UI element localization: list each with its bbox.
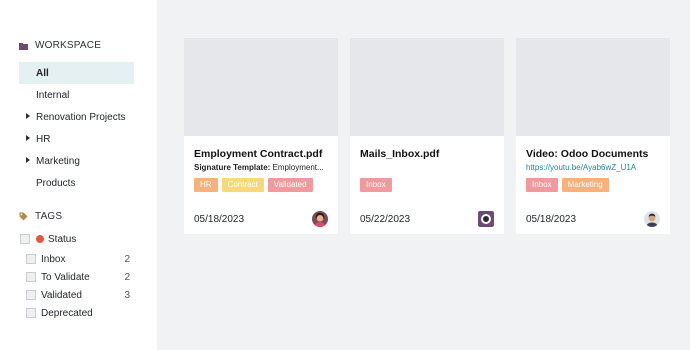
- document-card[interactable]: Video: Odoo Documents https://youtu.be/A…: [516, 38, 670, 234]
- workspace-item-internal[interactable]: Internal: [19, 84, 134, 106]
- tag-badge: Inbox: [526, 178, 558, 192]
- document-thumbnail[interactable]: [516, 38, 670, 136]
- tag-checkbox[interactable]: [26, 308, 36, 318]
- status-label: Status: [48, 233, 77, 245]
- workspace-header: WORKSPACE: [19, 40, 101, 51]
- tag-filter-list: Inbox 2 To Validate 2 Validated 3 Deprec…: [26, 250, 130, 322]
- tag-icon: [19, 212, 28, 221]
- tag-badge: Validated: [267, 178, 313, 192]
- tag-filter-label: To Validate: [41, 271, 90, 283]
- tag-badge: Marketing: [561, 178, 609, 192]
- tag-checkbox[interactable]: [26, 290, 36, 300]
- workspace-item-label: HR: [36, 133, 51, 145]
- document-card[interactable]: Mails_Inbox.pdf Inbox 05/22/2023: [350, 38, 504, 234]
- workspace-item-label: Products: [36, 177, 76, 189]
- workspace-item-hr[interactable]: HR: [19, 128, 134, 150]
- tag-checkbox[interactable]: [26, 254, 36, 264]
- workspace-item-label: Marketing: [36, 155, 80, 167]
- document-date: 05/22/2023: [360, 214, 411, 225]
- document-date: 05/18/2023: [526, 214, 577, 225]
- status-filter[interactable]: Status: [20, 232, 76, 246]
- workspace-label: WORKSPACE: [35, 40, 102, 51]
- tags-header: TAGS: [19, 211, 62, 222]
- document-url-link[interactable]: https://youtu.be/Ayab6wZ_U1A: [526, 163, 636, 172]
- tag-filter-label: Validated: [41, 289, 82, 301]
- document-title: Mails_Inbox.pdf: [360, 148, 440, 160]
- document-tags: Inbox Marketing: [526, 178, 613, 192]
- user-avatar: [644, 211, 660, 227]
- tag-filter-count: 3: [124, 289, 130, 301]
- tag-badge: HR: [194, 178, 218, 192]
- subtitle-value: Employment...: [272, 163, 324, 172]
- workspace-item-label: Renovation Projects: [36, 111, 126, 123]
- workspace-item-label: All: [36, 67, 49, 79]
- user-avatar: [312, 211, 328, 227]
- document-tags: Inbox: [360, 178, 396, 192]
- tag-filter-label: Inbox: [41, 253, 66, 265]
- workspace-list: All Internal Renovation Projects HR Mark…: [19, 62, 134, 194]
- tag-badge: Contract: [221, 178, 264, 192]
- document-subtitle: Signature Template: Employment...: [194, 163, 332, 172]
- bot-avatar: [478, 211, 494, 227]
- caret-right-icon[interactable]: [26, 157, 30, 163]
- document-date: 05/18/2023: [194, 214, 245, 225]
- tag-checkbox[interactable]: [26, 272, 36, 282]
- caret-right-icon[interactable]: [26, 113, 30, 119]
- tag-filter-to-validate[interactable]: To Validate 2: [26, 268, 130, 286]
- tag-filter-label: Deprecated: [41, 307, 93, 319]
- tag-filter-validated[interactable]: Validated 3: [26, 286, 130, 304]
- workspace-item-renovation-projects[interactable]: Renovation Projects: [19, 106, 134, 128]
- tag-filter-deprecated[interactable]: Deprecated: [26, 304, 130, 322]
- workspace-item-all[interactable]: All: [19, 62, 134, 84]
- document-tags: HR Contract Validated: [194, 178, 317, 192]
- workspace-item-label: Internal: [36, 89, 70, 101]
- status-checkbox[interactable]: [20, 234, 30, 244]
- subtitle-label: Signature Template:: [194, 163, 271, 172]
- document-thumbnail[interactable]: [350, 38, 504, 136]
- status-dot-icon: [36, 235, 44, 243]
- workspace-item-products[interactable]: Products: [19, 172, 134, 194]
- tag-badge: Inbox: [360, 178, 392, 192]
- tags-label: TAGS: [35, 211, 63, 222]
- document-title: Employment Contract.pdf: [194, 148, 323, 160]
- folder-icon: [19, 42, 28, 50]
- sidebar: WORKSPACE All Internal Renovation Projec…: [0, 0, 157, 350]
- tag-filter-inbox[interactable]: Inbox 2: [26, 250, 130, 268]
- document-card[interactable]: Employment Contract.pdf Signature Templa…: [184, 38, 338, 234]
- caret-right-icon[interactable]: [26, 135, 30, 141]
- document-title: Video: Odoo Documents: [526, 148, 649, 160]
- documents-kanban: Employment Contract.pdf Signature Templa…: [157, 0, 690, 350]
- workspace-item-marketing[interactable]: Marketing: [19, 150, 134, 172]
- tag-filter-count: 2: [124, 253, 130, 265]
- tag-filter-count: 2: [124, 271, 130, 283]
- document-thumbnail[interactable]: [184, 38, 338, 136]
